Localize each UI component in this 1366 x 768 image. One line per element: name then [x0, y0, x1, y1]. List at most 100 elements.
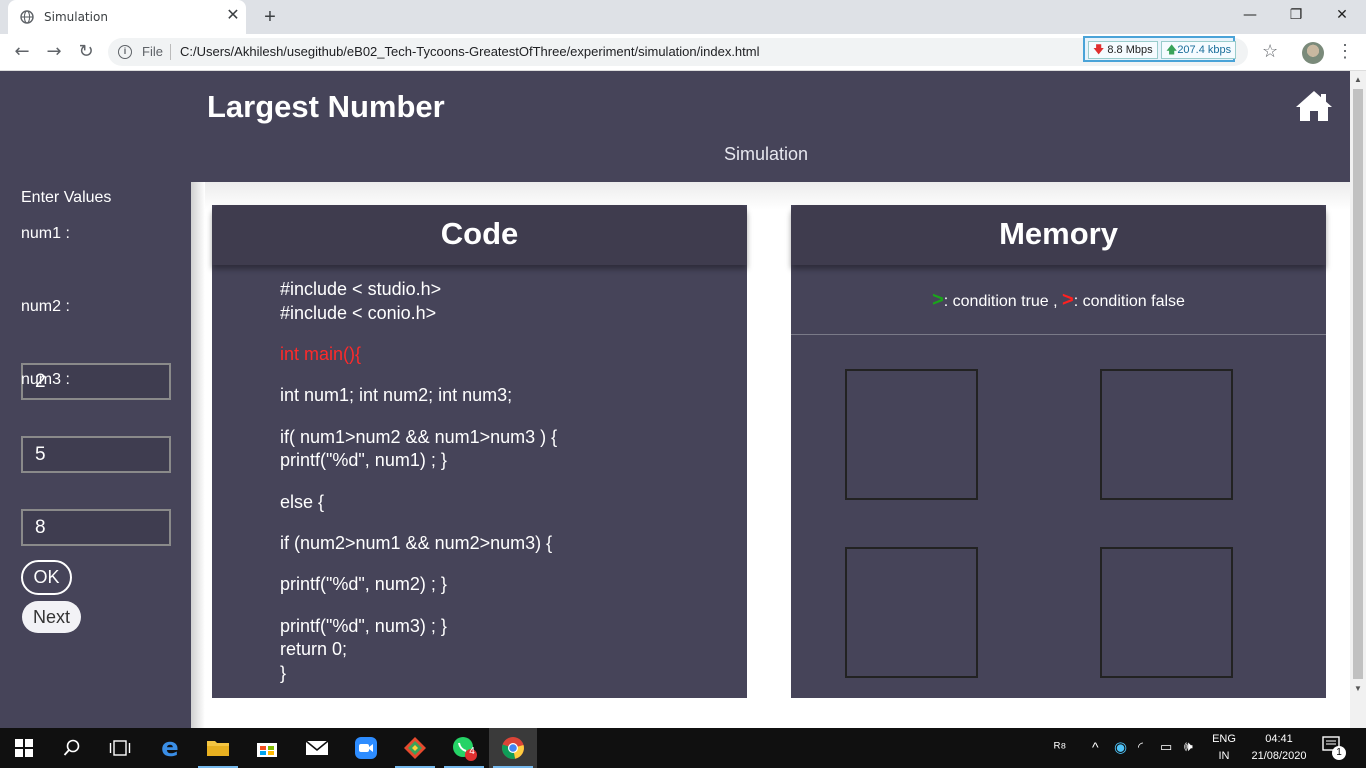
network-speed-widget: 🡇 8.8 Mbps 🡅207.4 kbps [1083, 36, 1237, 62]
zoom-taskbar-icon[interactable] [342, 728, 390, 768]
page-scrollbar[interactable]: ▲ ▼ [1350, 71, 1366, 728]
diamond-app-icon [404, 737, 426, 759]
scroll-up-icon[interactable]: ▲ [1353, 74, 1363, 86]
info-icon[interactable]: i [118, 45, 132, 59]
code-line: int num1; int num2; int num3; [280, 385, 513, 405]
task-view-icon [109, 740, 131, 756]
true-chevron-icon: > [932, 289, 944, 311]
download-speed: 🡇 8.8 Mbps [1088, 41, 1158, 59]
edge-taskbar-icon[interactable]: e [146, 728, 194, 768]
people-icon[interactable]: ᴿ⁸ [1054, 739, 1066, 755]
chrome-icon [502, 737, 524, 759]
memory-divider [791, 334, 1326, 335]
download-arrow-icon: 🡇 [1093, 44, 1105, 56]
ok-button[interactable]: OK [21, 560, 72, 595]
clock-date[interactable]: 21/08/2020 [1244, 750, 1314, 762]
tray-app-icon[interactable]: ◉ [1114, 738, 1127, 756]
enter-values-label: Enter Values [21, 189, 112, 206]
memory-box [1100, 369, 1233, 500]
store-taskbar-icon[interactable] [243, 728, 291, 768]
wifi-icon[interactable]: ◜ [1138, 739, 1143, 755]
num3-label: num3 : [21, 371, 70, 388]
code-panel: Code #include < studio.h> #include < con… [212, 205, 747, 698]
search-icon [63, 739, 80, 756]
scroll-down-icon[interactable]: ▼ [1353, 683, 1363, 695]
code-panel-title: Code [440, 216, 519, 251]
code-line: printf("%d", num1) ; } [280, 450, 447, 470]
minimize-button[interactable]: — [1227, 0, 1273, 30]
code-panel-header: Code [212, 205, 747, 265]
back-button[interactable]: ← [10, 40, 34, 64]
num3-input[interactable] [21, 509, 171, 546]
file-label: File [142, 44, 163, 59]
code-line: else { [280, 492, 325, 512]
browser-tab[interactable]: Simulation ✕ [8, 0, 246, 34]
battery-icon[interactable]: ▭ [1160, 739, 1172, 755]
memory-panel: Memory >: condition true , >: condition … [791, 205, 1326, 698]
page-header: Largest Number Simulation [0, 71, 1350, 182]
file-explorer-taskbar-icon[interactable] [194, 728, 242, 768]
browser-menu-icon[interactable]: ⋮ [1336, 40, 1354, 62]
memory-box [1100, 547, 1233, 678]
action-center-button[interactable]: 1 [1322, 736, 1346, 760]
address-bar[interactable]: i File C:/Users/Akhilesh/usegithub/eB02_… [108, 38, 1248, 66]
git-taskbar-icon[interactable] [391, 728, 439, 768]
reload-button[interactable]: ↻ [74, 40, 98, 64]
code-line-highlighted: int main(){ [280, 344, 362, 364]
page-title: Largest Number [207, 89, 445, 124]
mail-taskbar-icon[interactable] [293, 728, 341, 768]
memory-panel-title: Memory [999, 216, 1118, 251]
profile-avatar[interactable] [1302, 42, 1324, 64]
language-top[interactable]: ENG [1208, 733, 1240, 745]
code-line: } [280, 663, 287, 683]
legend-false-text: : condition false [1073, 293, 1185, 310]
forward-button[interactable]: → [42, 40, 66, 64]
next-button[interactable]: Next [22, 601, 81, 633]
whatsapp-taskbar-icon[interactable]: 4 [440, 728, 488, 768]
page-content: Largest Number Simulation Enter Values n… [0, 71, 1350, 728]
memory-box [845, 547, 978, 678]
whatsapp-badge: 4 [469, 746, 475, 757]
windows-taskbar: e 4 ᴿ⁸ ^ ◉ ◜ ▭ 🕪 ENG IN 04:41 21/08/2020… [0, 728, 1366, 768]
browser-tab-strip: Simulation ✕ + — ❐ ✕ [0, 0, 1366, 34]
code-line: if( num1>num2 && num1>num3 ) { [280, 427, 558, 447]
windows-logo-icon [15, 739, 33, 757]
upload-arrow-icon: 🡅 [1166, 44, 1178, 56]
num2-label: num2 : [21, 298, 70, 315]
code-line: #include < conio.h> [280, 303, 437, 323]
bookmark-star-icon[interactable]: ☆ [1262, 41, 1278, 62]
task-view-button[interactable] [96, 728, 144, 768]
restore-button[interactable]: ❐ [1273, 0, 1319, 30]
code-line: if (num2>num1 && num2>num3) { [280, 533, 553, 553]
edge-icon: e [161, 733, 179, 763]
code-line: return 0; [280, 639, 348, 659]
store-icon [257, 743, 277, 757]
new-tab-button[interactable]: + [258, 5, 282, 29]
code-line: #include < studio.h> [280, 279, 442, 299]
code-line: printf("%d", num3) ; } [280, 616, 447, 636]
search-button[interactable] [48, 728, 96, 768]
code-line: printf("%d", num2) ; } [280, 574, 447, 594]
volume-icon[interactable]: 🕪 [1184, 738, 1193, 755]
legend-true-text: : condition true , [943, 293, 1058, 310]
num1-label: num1 : [21, 225, 70, 242]
num2-input[interactable] [21, 436, 171, 473]
false-chevron-icon: > [1062, 289, 1074, 311]
chrome-taskbar-icon[interactable] [489, 728, 537, 768]
condition-legend: >: condition true , >: condition false [791, 289, 1326, 312]
url-text[interactable]: C:/Users/Akhilesh/usegithub/eB02_Tech-Ty… [180, 44, 760, 59]
clock-time[interactable]: 04:41 [1244, 733, 1314, 745]
home-icon[interactable] [1294, 89, 1334, 123]
upload-speed-value: 207.4 kbps [1177, 44, 1232, 56]
memory-panel-header: Memory [791, 205, 1326, 265]
language-bottom[interactable]: IN [1208, 750, 1240, 762]
url-separator [170, 44, 171, 60]
start-button[interactable] [0, 728, 48, 768]
scroll-thumb[interactable] [1353, 89, 1363, 679]
show-hidden-icons-icon[interactable]: ^ [1092, 739, 1099, 755]
close-window-button[interactable]: ✕ [1319, 0, 1365, 30]
close-tab-icon[interactable]: ✕ [224, 7, 242, 25]
sidebar-shadow [191, 182, 205, 728]
mail-icon [305, 740, 329, 755]
page-subtitle: Simulation [724, 144, 809, 164]
